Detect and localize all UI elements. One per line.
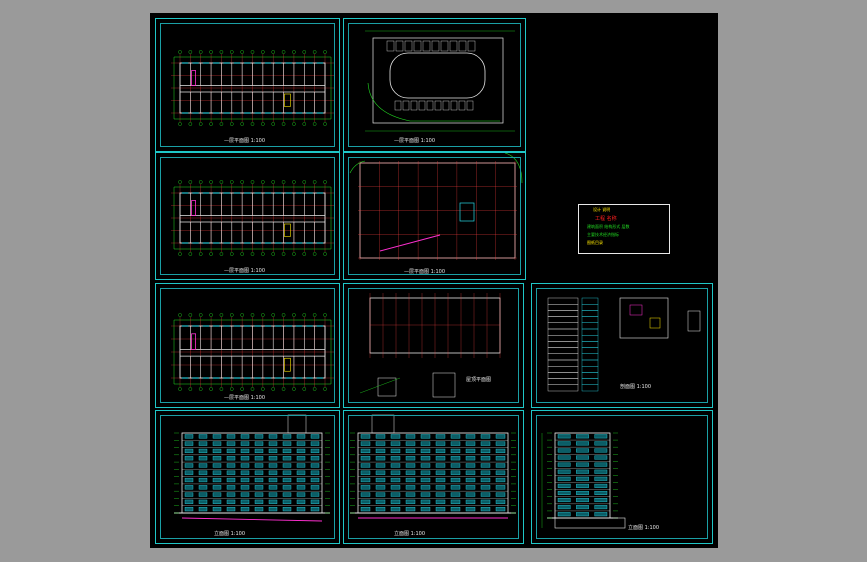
- sheet-elevation-side[interactable]: 立面图 1:100: [531, 410, 713, 544]
- sheet-floor-plan-3[interactable]: —层平面图 1:100: [155, 283, 340, 408]
- sheet-site-plan[interactable]: —层平面图 1:100: [343, 18, 526, 152]
- sheet-caption: 屋顶平面图: [466, 377, 492, 383]
- title-block[interactable]: 设计 说明 工程 名称 建筑面积 结构形式 层数 主要技术经济指标 图纸目录: [578, 204, 670, 254]
- title-block-line: 主要技术经济指标: [587, 232, 619, 237]
- title-block-line: 建筑面积 结构形式 层数: [587, 224, 630, 229]
- sheet-section-detail[interactable]: 剖面图 1:100: [531, 283, 713, 408]
- sheet-floor-plan-1[interactable]: —层平面图 1:100: [155, 18, 340, 152]
- sheet-caption: —层平面图 1:100: [224, 268, 265, 274]
- sheet-caption: —层平面图 1:100: [404, 269, 445, 275]
- sheet-elevation-back[interactable]: 立面图 1:100: [343, 410, 524, 544]
- sheet-caption: 立面图 1:100: [394, 531, 425, 537]
- sheet-caption: 立面图 1:100: [214, 531, 245, 537]
- sheet-basement-plan[interactable]: —层平面图 1:100: [343, 152, 526, 280]
- sheet-caption: —层平面图 1:100: [224, 395, 265, 401]
- sheet-caption: 剖面图 1:100: [620, 384, 651, 390]
- drawing-canvas[interactable]: —层平面图 1:100 —层平面图 1:100 —层平面图 1:100 —层平面…: [150, 13, 718, 548]
- sheet-elevation-front[interactable]: 立面图 1:100: [155, 410, 340, 544]
- title-block-line: 工程 名称: [595, 216, 617, 222]
- sheet-roof-plan[interactable]: 屋顶平面图: [343, 283, 524, 408]
- sheet-caption: —层平面图 1:100: [224, 138, 265, 144]
- sheet-caption: —层平面图 1:100: [394, 138, 435, 144]
- title-block-line: 图纸目录: [587, 240, 603, 245]
- sheet-floor-plan-2[interactable]: —层平面图 1:100: [155, 152, 340, 280]
- sheet-caption: 立面图 1:100: [628, 525, 659, 531]
- title-block-line: 设计 说明: [593, 207, 611, 212]
